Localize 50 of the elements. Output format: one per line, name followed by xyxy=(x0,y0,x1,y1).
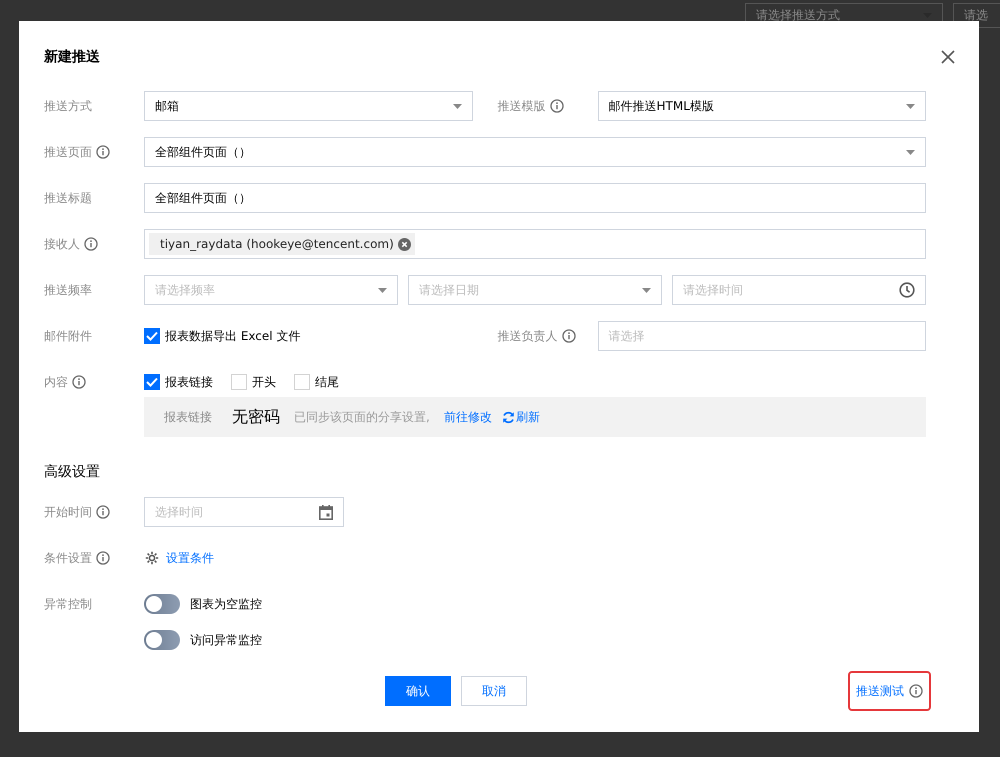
edit-link[interactable]: 前往修改 xyxy=(444,408,492,426)
field-label: 推送模版 xyxy=(498,98,546,114)
field-label: 推送频率 xyxy=(44,282,92,298)
remove-icon[interactable] xyxy=(398,238,411,250)
select-field[interactable]: 邮箱 xyxy=(144,91,472,121)
note-label: 报表链接 xyxy=(164,408,212,426)
dialog-title: 新建推送 xyxy=(44,48,100,66)
toggle-switch[interactable] xyxy=(144,630,180,650)
checkbox[interactable] xyxy=(144,328,160,344)
recipient-tag[interactable]: tiyan_raydata (hookeye@tencent.com) xyxy=(149,233,415,255)
field-label: 推送方式 xyxy=(44,98,92,114)
field-label: 推送页面 xyxy=(44,144,92,160)
recipient-field[interactable]: tiyan_raydata (hookeye@tencent.com) xyxy=(144,229,926,259)
toggle-label: 访问异常监控 xyxy=(190,632,262,648)
close-icon[interactable] xyxy=(940,49,956,65)
caret-icon xyxy=(452,104,462,108)
set-condition-link[interactable]: 设置条件 xyxy=(166,550,214,566)
refresh-link[interactable]: 刷新 xyxy=(502,408,540,426)
gear-icon xyxy=(145,551,159,565)
checkbox-label: 报表数据导出 Excel 文件 xyxy=(165,328,300,344)
field-label: 推送负责人 xyxy=(498,328,558,344)
confirm-button[interactable]: 确认 xyxy=(385,676,451,706)
field-label: 邮件附件 xyxy=(44,328,92,344)
toggle-label: 图表为空监控 xyxy=(190,596,262,612)
checkbox-label: 结尾 xyxy=(315,374,339,390)
field-label: 条件设置 xyxy=(44,550,92,566)
field-label: 异常控制 xyxy=(44,596,92,612)
text-field[interactable]: 全部组件页面（） xyxy=(144,183,926,213)
caret-icon xyxy=(906,150,915,154)
caret-icon xyxy=(378,288,387,292)
field-label: 推送标题 xyxy=(44,190,92,206)
checkbox-label: 报表链接 xyxy=(165,374,213,390)
note-text: 已同步该页面的分享设置, xyxy=(294,408,430,426)
field-label: 内容 xyxy=(44,374,68,390)
cancel-button[interactable]: 取消 xyxy=(461,676,527,706)
caret-icon xyxy=(906,104,915,108)
refresh-icon xyxy=(502,410,515,424)
select-field[interactable]: 邮件推送HTML模版 xyxy=(598,91,926,121)
password-status: 无密码 xyxy=(232,406,280,428)
push-test-link[interactable]: 推送测试 xyxy=(856,682,904,700)
field-label: 接收人 xyxy=(44,236,80,252)
calendar-icon xyxy=(319,504,333,520)
field-label: 开始时间 xyxy=(44,504,92,520)
toggle-switch[interactable] xyxy=(144,594,180,614)
clock-icon xyxy=(899,282,915,298)
section-heading: 高级设置 xyxy=(44,463,101,482)
caret-icon xyxy=(642,288,651,292)
select-field[interactable]: 全部组件页面（） xyxy=(144,137,926,167)
checkbox-label: 开头 xyxy=(252,374,276,390)
checkbox[interactable] xyxy=(144,374,160,390)
